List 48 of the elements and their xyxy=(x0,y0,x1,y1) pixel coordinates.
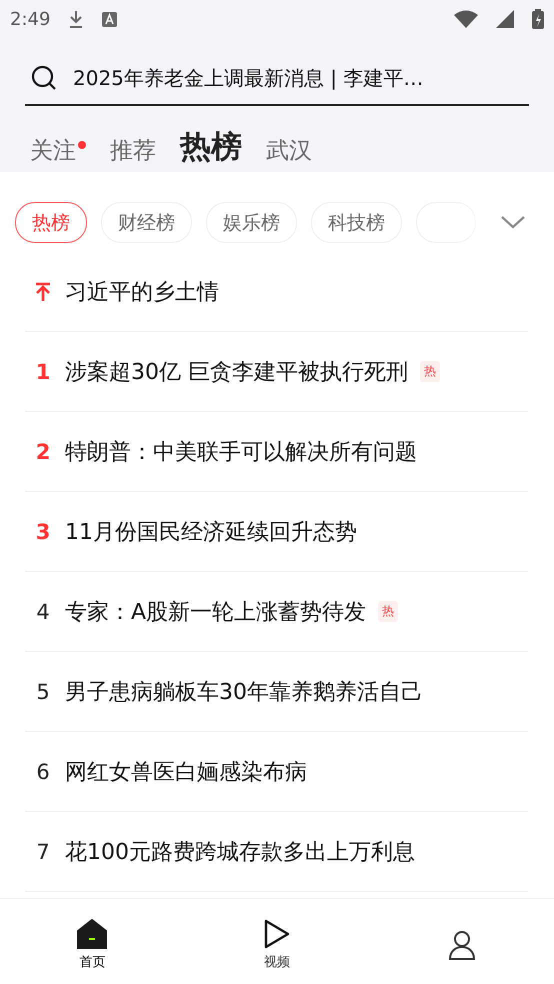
search-icon xyxy=(31,65,57,91)
list-item[interactable]: 3 11月份国民经济延续回升态势 xyxy=(25,492,528,572)
rank-number: 5 xyxy=(35,680,51,704)
rank-number: 7 xyxy=(35,840,51,864)
person-icon xyxy=(448,930,476,960)
hot-badge: 热 xyxy=(378,601,398,622)
pin-to-top-icon xyxy=(33,282,53,302)
list-item[interactable]: 2 特朗普：中美联手可以解决所有问题 xyxy=(25,412,528,492)
battery-icon xyxy=(532,9,544,29)
nav-item[interactable]: 视频 xyxy=(184,912,370,970)
tab[interactable]: 推荐 xyxy=(110,138,156,164)
headline: 专家：A股新一轮上涨蓄势待发 xyxy=(65,598,366,626)
headline: 特朗普：中美联手可以解决所有问题 xyxy=(65,438,417,466)
chevron-down-icon[interactable] xyxy=(500,214,526,228)
chip[interactable]: 娱乐榜 xyxy=(206,202,297,243)
signal-icon xyxy=(496,10,514,28)
nav-item[interactable]: 首页 xyxy=(0,912,185,970)
headline: 花100元路费跨城存款多出上万利息 xyxy=(65,838,415,866)
list-item[interactable]: 1 涉案超30亿 巨贪李建平被执行死刑 热 xyxy=(25,332,528,412)
chip[interactable]: 热榜 xyxy=(15,202,87,243)
rank-number: 2 xyxy=(34,440,52,464)
list-item[interactable]: 6 网红女兽医白婳感染布病 xyxy=(25,732,528,812)
home-icon xyxy=(77,918,108,948)
rank-number: 3 xyxy=(34,520,52,544)
headline: 习近平的乡土情 xyxy=(65,278,219,306)
status-time: 2:49 xyxy=(10,8,50,30)
wifi-icon xyxy=(454,10,478,28)
app-notification-icon xyxy=(102,12,118,26)
hot-badge: 热 xyxy=(420,361,440,382)
play-icon xyxy=(264,918,290,948)
tab[interactable]: 关注 xyxy=(30,138,86,164)
tab[interactable]: 热榜 xyxy=(180,130,242,164)
headline: 男子患病躺板车30年靠养鹅养活自己 xyxy=(65,678,423,706)
rank-number: 6 xyxy=(35,760,51,784)
list-item[interactable]: 7 花100元路费跨城存款多出上万利息 xyxy=(25,812,528,892)
chip[interactable]: 科技榜 xyxy=(311,202,402,243)
headline: 11月份国民经济延续回升态势 xyxy=(65,518,357,546)
search-field[interactable]: 2025年养老金上调最新消息 | 李建平… xyxy=(25,52,529,106)
chip[interactable]: 财经榜 xyxy=(101,202,192,243)
tab[interactable]: 武汉 xyxy=(266,138,312,164)
list-item[interactable]: 习近平的乡土情 xyxy=(25,252,528,332)
headline: 网红女兽医白婳感染布病 xyxy=(65,758,307,786)
download-icon xyxy=(68,10,84,28)
headline: 涉案超30亿 巨贪李建平被执行死刑 xyxy=(65,358,408,386)
list-item[interactable]: 4 专家：A股新一轮上涨蓄势待发 热 xyxy=(25,572,528,652)
rank-number: 4 xyxy=(35,600,51,624)
list-item[interactable]: 5 男子患病躺板车30年靠养鹅养活自己 xyxy=(25,652,528,732)
rank-number: 1 xyxy=(34,360,52,384)
